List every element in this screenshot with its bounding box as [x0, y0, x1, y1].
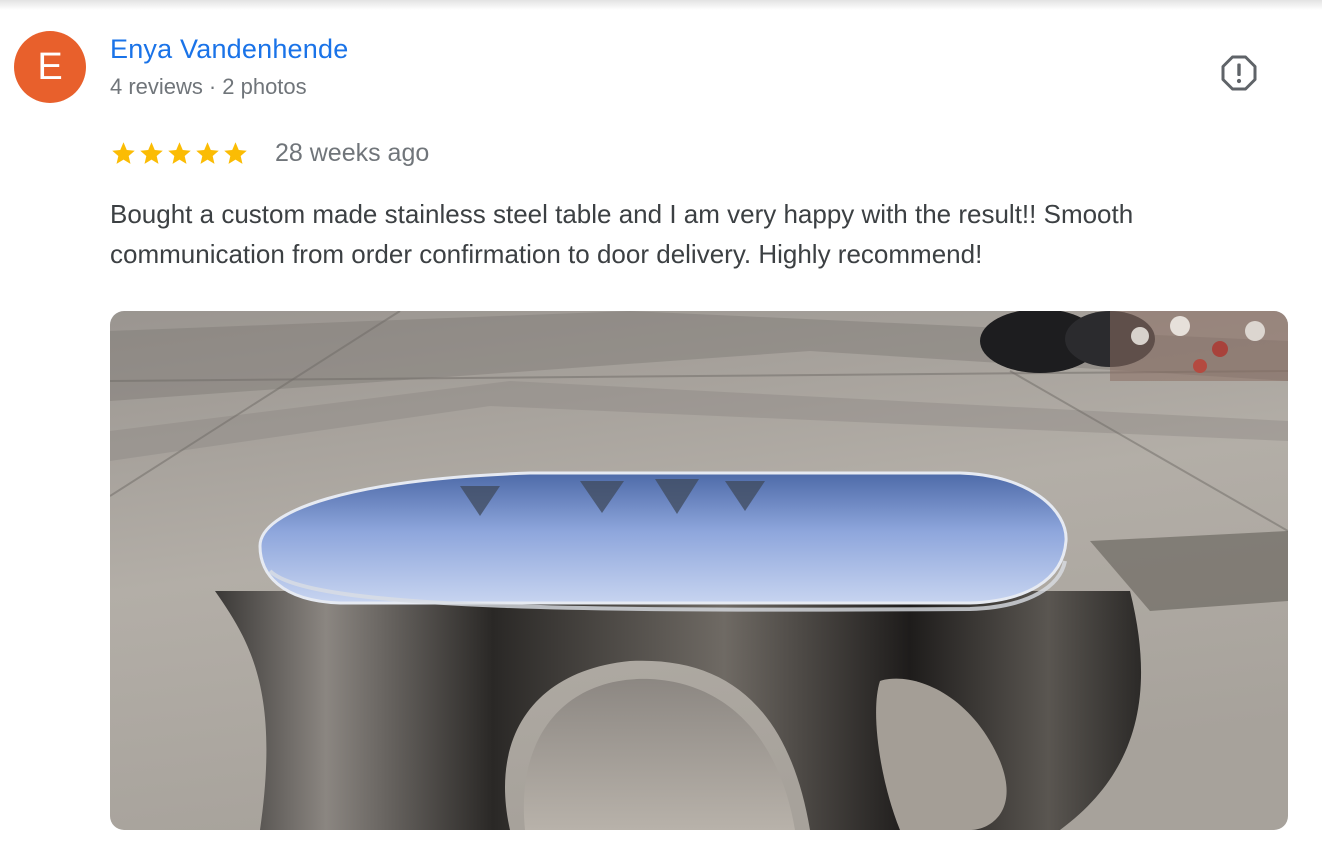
reviews-count: 4 reviews — [110, 74, 203, 99]
meta-separator: · — [208, 74, 217, 99]
reviewer-meta: 4 reviews · 2 photos — [110, 74, 307, 100]
star-icon — [224, 141, 247, 164]
photos-count: 2 photos — [222, 74, 307, 99]
rating-row: 28 weeks ago — [110, 136, 429, 170]
review-date: 28 weeks ago — [275, 138, 430, 167]
avatar[interactable]: E — [14, 31, 86, 103]
report-button[interactable] — [1216, 50, 1262, 96]
top-divider — [0, 0, 1322, 10]
reviewer-name[interactable]: Enya Vandenhende — [110, 34, 348, 65]
review-text: Bought a custom made stainless steel tab… — [110, 199, 1134, 269]
avatar-letter: E — [37, 45, 63, 88]
star-icon — [196, 141, 219, 164]
star-icon — [140, 141, 163, 164]
report-flag-icon — [1221, 55, 1257, 91]
review-photo[interactable] — [110, 311, 1288, 830]
star-rating — [110, 140, 249, 167]
star-icon — [112, 141, 135, 164]
star-icon — [168, 141, 191, 164]
table-photo-image — [110, 311, 1288, 830]
